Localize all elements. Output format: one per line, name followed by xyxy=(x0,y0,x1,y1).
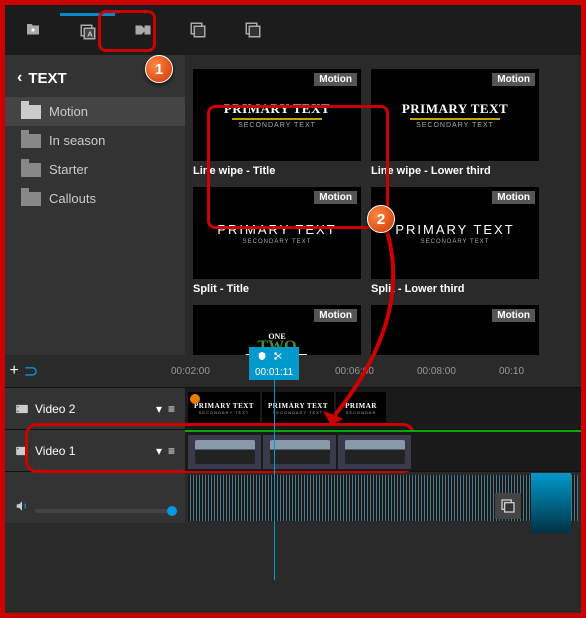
sidebar: ‹ TEXT Motion In season Starter Callouts xyxy=(5,55,185,355)
panel-title: TEXT xyxy=(28,70,66,87)
playhead-time: 00:01:11 xyxy=(249,365,299,380)
preset-item[interactable]: Motion xyxy=(371,305,539,355)
folder-inseason[interactable]: In season xyxy=(5,126,185,155)
top-tabs: A xyxy=(5,5,581,55)
callout-1: 1 xyxy=(145,55,173,83)
svg-text:A: A xyxy=(87,29,93,38)
time-ruler: + ⊃ 00:02:00 00:04:00 00:06:00 00:08:00 … xyxy=(5,355,581,387)
tab-effects[interactable] xyxy=(170,13,225,47)
preset-split-lower[interactable]: MotionPRIMARY TEXTSECONDARY TEXT Split -… xyxy=(371,187,539,295)
folder-icon xyxy=(21,134,41,148)
tab-favorites[interactable] xyxy=(5,13,60,47)
add-track-button[interactable]: + xyxy=(5,362,23,380)
video-clip[interactable] xyxy=(188,435,261,469)
marker-icon xyxy=(257,351,267,361)
video-clip[interactable] xyxy=(338,435,411,469)
folder-motion[interactable]: Motion xyxy=(5,97,185,126)
folder-starter[interactable]: Starter xyxy=(5,155,185,184)
track-label: Video 1 xyxy=(35,444,75,458)
track-video1: Video 1 ▾ ≡ xyxy=(5,429,581,471)
menu-icon[interactable]: ≡ xyxy=(168,444,175,458)
text-clip[interactable]: PRIMARY TEXTSECONDARY TEXT xyxy=(262,392,334,426)
effects-button[interactable] xyxy=(495,493,521,519)
tab-text[interactable]: A xyxy=(60,13,115,47)
scissors-icon xyxy=(273,351,283,361)
folder-icon xyxy=(21,105,41,119)
preset-linewipe-lower[interactable]: MotionPRIMARY TEXTSECONDARY TEXT Line wi… xyxy=(371,69,539,177)
callout-2: 2 xyxy=(367,205,395,233)
star-icon xyxy=(190,394,200,404)
playhead[interactable]: 00:01:11 xyxy=(249,347,299,380)
menu-icon[interactable]: ≡ xyxy=(168,402,175,416)
speaker-icon[interactable] xyxy=(15,499,29,513)
volume-slider[interactable] xyxy=(35,509,175,513)
preset-linewipe-title[interactable]: MotionPRIMARY TEXTSECONDARY TEXT Line wi… xyxy=(193,69,361,177)
video-track-icon xyxy=(15,444,29,458)
tab-overlays[interactable] xyxy=(225,13,280,47)
tab-transitions[interactable] xyxy=(115,13,170,47)
track-video2: Video 2 ▾ ≡ PRIMARY TEXTSECONDARY TEXT P… xyxy=(5,387,581,429)
folder-icon xyxy=(21,192,41,206)
text-clip[interactable]: PRIMARSECONDAR xyxy=(336,392,386,426)
chevron-down-icon[interactable]: ▾ xyxy=(156,444,162,458)
chevron-down-icon[interactable]: ▾ xyxy=(156,402,162,416)
folder-callouts[interactable]: Callouts xyxy=(5,184,185,213)
track-label: Video 2 xyxy=(35,402,75,416)
snap-button[interactable]: ⊃ xyxy=(23,361,47,382)
preset-split-title[interactable]: MotionPRIMARY TEXTSECONDARY TEXT Split -… xyxy=(193,187,361,295)
video-track-icon xyxy=(15,402,29,416)
folder-icon xyxy=(21,163,41,177)
effect-overlay xyxy=(531,473,571,533)
text-clip[interactable]: PRIMARY TEXTSECONDARY TEXT xyxy=(188,392,260,426)
chevron-left-icon: ‹ xyxy=(17,69,22,87)
